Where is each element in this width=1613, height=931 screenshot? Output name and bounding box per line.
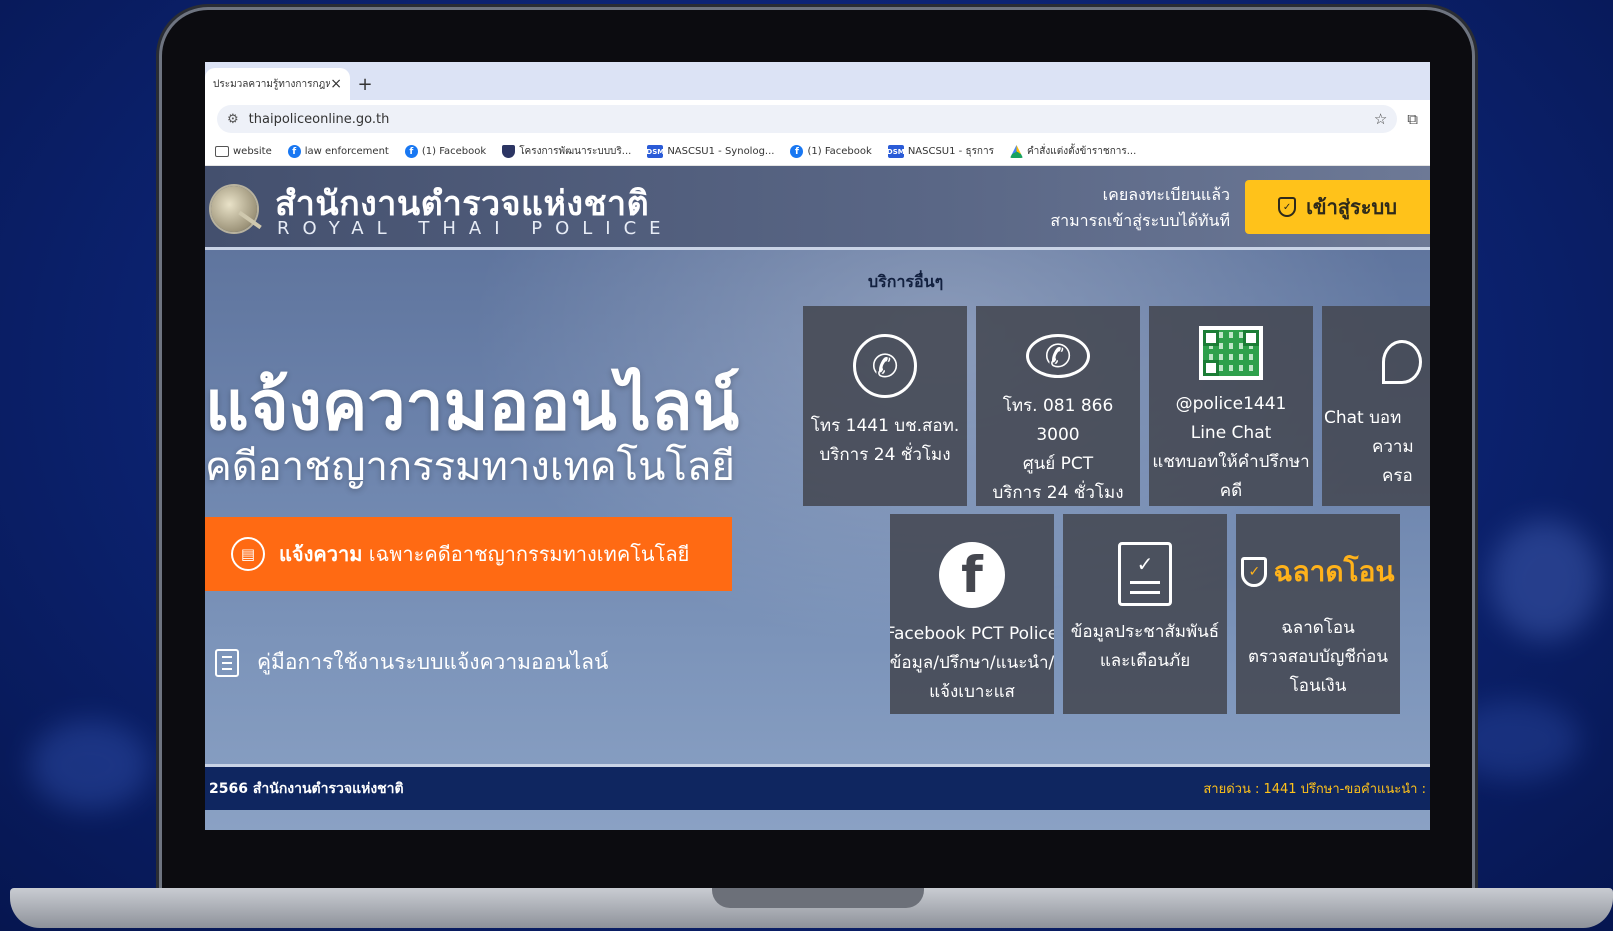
login-hint-line: สามารถเข้าสู่ระบบได้ทันที	[1050, 211, 1230, 230]
manual-link-label: คู่มือการใช้งานระบบแจ้งความออนไลน์	[257, 650, 609, 674]
card-line: บริการ 24 ชั่วโมง	[992, 483, 1124, 503]
card-line: โอนเงิน	[1289, 676, 1347, 696]
card-line: และเตือนภัย	[1099, 651, 1191, 671]
bookmark-item[interactable]: f law enforcement	[287, 145, 389, 158]
bookmark-label: NASCSU1 - Synolog...	[667, 146, 775, 157]
user-manual-link[interactable]: คู่มือการใช้งานระบบแจ้งความออนไลน์	[215, 646, 608, 679]
services-heading: บริการอื่นๆ	[868, 272, 944, 291]
bookmark-label: โครงการพัฒนาระบบบริ...	[519, 146, 632, 157]
card-line: Line Chat	[1190, 423, 1272, 443]
chalad-on-logo: ✓ ฉลาดโอน	[1241, 550, 1395, 594]
phone-icon: ✆	[853, 334, 917, 398]
facebook-icon: f	[790, 145, 804, 158]
site-header: สำนักงานตำรวจแห่งชาติ ROYAL THAI POLICE …	[205, 166, 1430, 250]
background-blur	[30, 720, 150, 810]
card-line: แจ้งเบาะแส	[929, 682, 1015, 702]
site-footer: 2566 สำนักงานตำรวจแห่งชาติ สายด่วน : 144…	[205, 764, 1430, 810]
card-line: บริการ 24 ชั่วโมง	[819, 445, 951, 465]
login-hint: เคยลงทะเบียนแล้ว สามารถเข้าสู่ระบบได้ทัน…	[1050, 182, 1230, 234]
close-icon[interactable]: ×	[330, 76, 342, 92]
bookmark-item[interactable]: คำสั่งแต่งตั้งข้าราชการ...	[1009, 144, 1137, 159]
hotline-text: สายด่วน : 1441 ปรึกษา-ขอคำแนะนำ :	[1203, 782, 1426, 797]
bookmark-item[interactable]: DSM NASCSU1 - ธุรการ	[887, 144, 994, 159]
background-blur	[1490, 520, 1600, 640]
service-card-announcements[interactable]: ✓ ข้อมูลประชาสัมพันธ์ และเตือนภัย	[1063, 514, 1227, 714]
card-line: ความ	[1372, 437, 1414, 457]
checklist-icon: ✓	[1118, 542, 1172, 606]
login-button[interactable]: ✓ เข้าสู่ระบบ	[1245, 180, 1430, 234]
dsm-icon: DSM	[646, 145, 664, 158]
laptop-notch	[712, 888, 924, 908]
bookmark-label: (1) Facebook	[807, 146, 872, 157]
card-line: Facebook PCT Police	[890, 624, 1054, 644]
bookmark-label: (1) Facebook	[421, 146, 487, 157]
phone-icon: ✆	[1026, 334, 1090, 378]
card-line: @police1441	[1175, 394, 1287, 414]
hero-subtitle: คดีอาชญากรรมทางเทคโนโลยี	[205, 444, 735, 490]
facebook-icon: f	[939, 542, 1005, 608]
facebook-icon: f	[287, 145, 301, 158]
folder-icon	[215, 146, 229, 157]
web-page: สำนักงานตำรวจแห่งชาติ ROYAL THAI POLICE …	[205, 166, 1430, 830]
shield-icon	[502, 145, 516, 158]
org-name-english: ROYAL THAI POLICE	[277, 218, 674, 239]
service-card-facebook-pct[interactable]: f Facebook PCT Police ข้อมูล/ปรึกษา/แนะน…	[890, 514, 1054, 714]
bookmark-item[interactable]: f (1) Facebook	[790, 145, 872, 158]
bookmark-item[interactable]: โครงการพัฒนาระบบบริ...	[502, 144, 631, 159]
site-settings-icon[interactable]: ⚙	[227, 112, 239, 127]
list-document-icon	[215, 648, 239, 677]
extensions-icon[interactable]: ⧉	[1407, 110, 1418, 128]
chalad-on-brand: ฉลาดโอน	[1273, 555, 1395, 588]
card-line: ครอ	[1382, 466, 1413, 486]
bookmark-item[interactable]: DSM NASCSU1 - Synolog...	[646, 145, 775, 158]
service-card-pct-phone[interactable]: ✆ โทร. 081 866 3000 ศูนย์ PCT บริการ 24 …	[976, 306, 1140, 506]
card-line: 3000	[1036, 425, 1080, 445]
copyright-text: 2566 สำนักงานตำรวจแห่งชาติ	[209, 780, 404, 797]
bookmarks-bar: website f law enforcement f (1) Facebook โ…	[205, 138, 1430, 166]
card-line: แชทบอทให้คำปรึกษา	[1152, 452, 1310, 472]
document-icon: ▤	[231, 537, 265, 571]
chat-bubble-icon	[1382, 340, 1422, 384]
bookmark-item[interactable]: website	[215, 146, 272, 157]
report-button-rest: เฉพาะคดีอาชญากรรมทางเทคโนโลยี	[368, 542, 690, 566]
qr-code-icon	[1199, 326, 1263, 380]
card-line: คดี	[1219, 481, 1243, 501]
card-line: ข้อมูล/ปรึกษา/แนะนำ/	[890, 653, 1054, 673]
browser-tab-bar: ประมวลความรู้ทางการกฎหมาย × +	[205, 62, 1430, 100]
card-line: Chat บอท	[1324, 408, 1402, 428]
bookmark-label: คำสั่งแต่งตั้งข้าราชการ...	[1026, 146, 1137, 157]
shield-check-icon: ✓	[1278, 197, 1297, 217]
bookmark-label: website	[233, 146, 272, 157]
report-crime-button[interactable]: ▤ แจ้งความ เฉพาะคดีอาชญากรรมทางเทคโนโลยี	[205, 517, 732, 591]
service-card-chalad-on[interactable]: ✓ ฉลาดโอน ฉลาดโอน ตรวจสอบบัญชีก่อน โอนเง…	[1236, 514, 1400, 714]
card-line: ฉลาดโอน	[1281, 618, 1355, 638]
service-card-hotline-1441[interactable]: ✆ โทร 1441 บช.สอท. บริการ 24 ชั่วโมง	[803, 306, 967, 506]
drive-icon	[1009, 145, 1023, 158]
card-line: โทร 1441 บช.สอท.	[810, 416, 960, 436]
tab-title: ประมวลความรู้ทางการกฎหมาย	[213, 78, 331, 90]
card-line: โทร. 081 866	[1002, 396, 1114, 416]
card-line: ตรวจสอบบัญชีก่อน	[1248, 647, 1388, 667]
laptop-screen: ประมวลความรู้ทางการกฎหมาย × + ⚙ thaipoli…	[205, 62, 1430, 830]
url-text: thaipoliceonline.go.th	[248, 111, 390, 127]
address-bar: ⚙ thaipoliceonline.go.th ☆ ⧉	[205, 100, 1430, 138]
police-emblem-logo	[211, 186, 257, 232]
facebook-icon: f	[404, 145, 418, 158]
card-line: ศูนย์ PCT	[1022, 454, 1094, 474]
service-card-chatbot[interactable]: Chat บอท ความ ครอ	[1322, 306, 1430, 506]
bookmark-star-icon[interactable]: ☆	[1374, 110, 1387, 128]
service-card-line-chat[interactable]: @police1441 Line Chat แชทบอทให้คำปรึกษา …	[1149, 306, 1313, 506]
login-button-label: เข้าสู่ระบบ	[1306, 195, 1397, 219]
bookmark-item[interactable]: f (1) Facebook	[404, 145, 487, 158]
browser-tab[interactable]: ประมวลความรู้ทางการกฎหมาย ×	[205, 68, 350, 100]
dsm-icon: DSM	[887, 145, 905, 158]
new-tab-button[interactable]: +	[350, 68, 380, 100]
shield-check-icon: ✓	[1241, 557, 1268, 587]
card-line: ข้อมูลประชาสัมพันธ์	[1070, 622, 1220, 642]
login-hint-line: เคยลงทะเบียนแล้ว	[1102, 185, 1230, 204]
url-input[interactable]: ⚙ thaipoliceonline.go.th ☆	[217, 105, 1398, 133]
bookmark-label: NASCSU1 - ธุรการ	[907, 146, 994, 157]
report-button-strong: แจ้งความ	[279, 542, 363, 566]
bookmark-label: law enforcement	[304, 146, 389, 157]
